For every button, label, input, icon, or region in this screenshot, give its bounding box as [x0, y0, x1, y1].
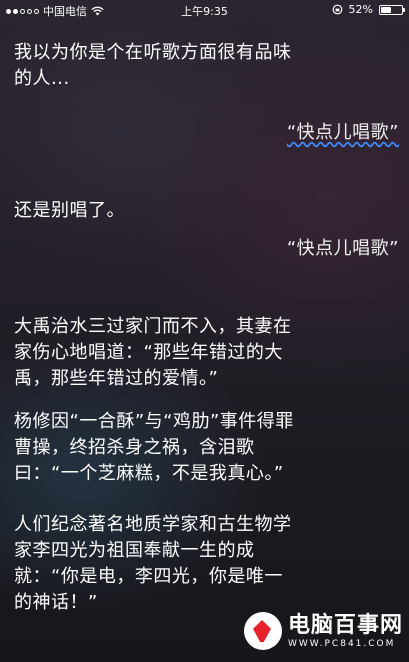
response-line: 曰：“一个芝麻糕，不是我真心。” [14, 463, 284, 484]
siri-response: 我以为你是个在听歌方面很有品味 的人... [14, 40, 354, 92]
response-line: 杨修因“一合酥”与“鸡肋”事件得罪 [14, 411, 294, 432]
user-query-text[interactable]: “快点儿唱歌” [287, 122, 399, 143]
siri-response: 还是别唱了。 [14, 198, 354, 224]
user-query[interactable]: “快点儿唱歌” [287, 236, 399, 262]
response-line: 我以为你是个在听歌方面很有品味 [14, 42, 292, 63]
response-line: 大禹治水三过家门而不入，其妻在 [14, 316, 292, 337]
siri-response: 人们纪念著名地质学家和古生物学 家李四光为祖国奉献一生的成 就：“你是电，李四光… [14, 512, 354, 616]
battery-icon [379, 4, 405, 15]
watermark-logo-icon [243, 612, 282, 650]
response-line: 就：“你是电，李四光，你是唯一 [14, 566, 283, 587]
response-line: 的人... [14, 68, 70, 89]
user-query-text[interactable]: “快点儿唱歌” [287, 238, 399, 259]
response-line: 人们纪念著名地质学家和古生物学 [14, 514, 292, 535]
response-line: 曹操，终招杀身之祸，含泪歌 [14, 437, 255, 458]
status-right: 52% [332, 3, 405, 16]
watermark: 电脑百事网 WWW.PC841.COM [243, 612, 403, 650]
watermark-title: 电脑百事网 [287, 612, 403, 638]
battery-fill [381, 6, 392, 13]
siri-response: 大禹治水三过家门而不入，其妻在 家伤心地唱道：“那些年错过的大 禹，那些年错过的… [14, 314, 354, 392]
siri-response: 杨修因“一合酥”与“鸡肋”事件得罪 曹操，终招杀身之祸，含泪歌 曰：“一个芝麻糕… [14, 409, 354, 487]
response-line: 家伤心地唱道：“那些年错过的大 [14, 342, 283, 363]
watermark-url: WWW.PC841.COM [287, 638, 396, 649]
battery-percent: 52% [348, 3, 373, 16]
user-query[interactable]: “快点儿唱歌” [287, 120, 399, 146]
watermark-text: 电脑百事网 WWW.PC841.COM [288, 613, 403, 650]
response-line: 家李四光为祖国奉献一生的成 [14, 540, 255, 561]
rotation-lock-icon [332, 4, 342, 15]
response-line: 还是别唱了。 [14, 200, 125, 221]
status-bar: 中国电信 上午9:35 52% [0, 0, 409, 20]
response-line: 禹，那些年错过的爱情。” [14, 368, 219, 389]
